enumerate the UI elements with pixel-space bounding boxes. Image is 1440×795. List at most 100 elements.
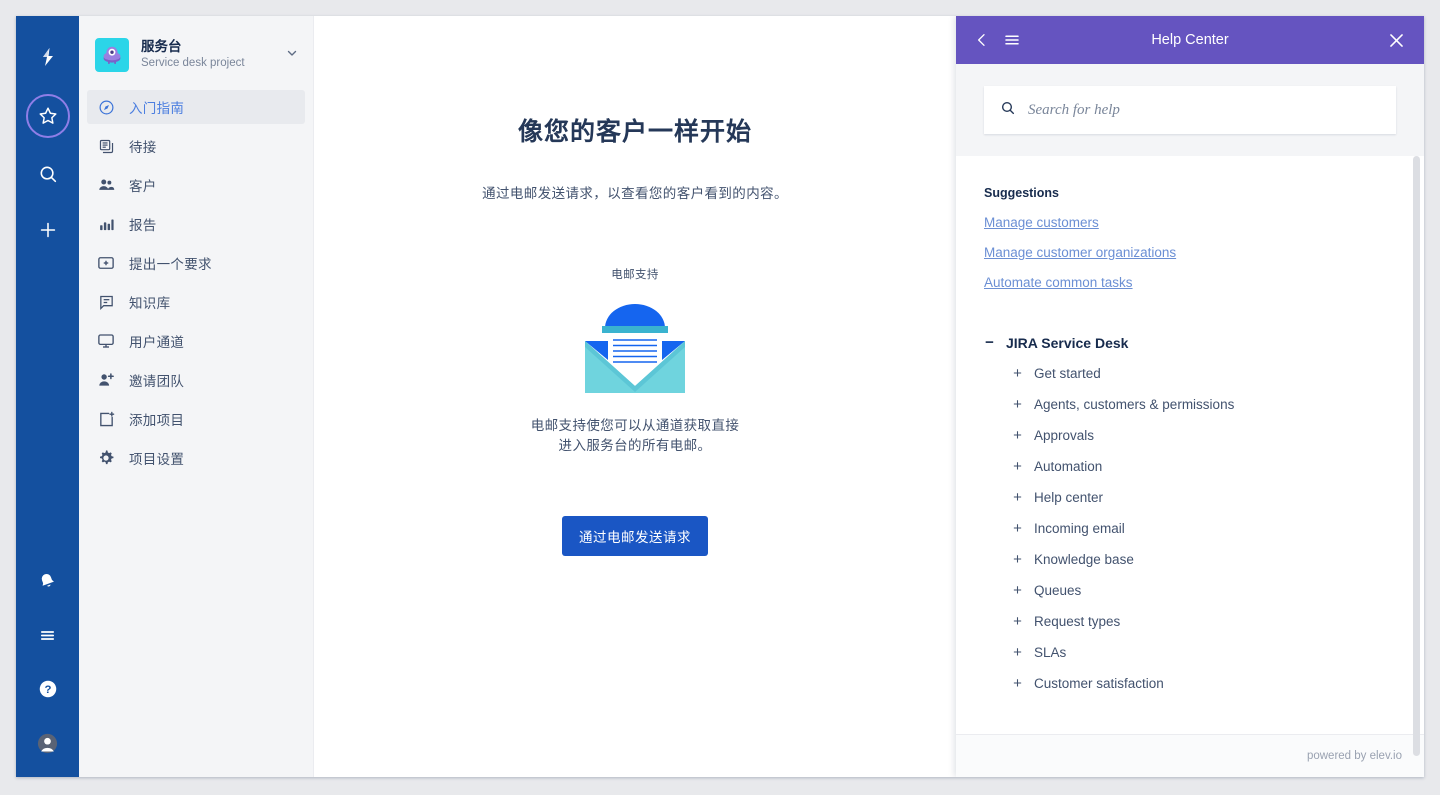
gear-icon: [97, 449, 115, 467]
sidebar-item-label: 邀请团队: [129, 374, 185, 389]
suggestion-link[interactable]: Manage customers: [984, 215, 1396, 230]
sidebar-item-add-item[interactable]: 添加项目: [87, 402, 305, 436]
sidebar-item-label: 提出一个要求: [129, 257, 212, 272]
tree-item-label: Get started: [1034, 366, 1101, 381]
user-avatar-icon[interactable]: [28, 723, 68, 763]
tree-root-jira-service-desk[interactable]: − JIRA Service Desk: [984, 334, 1396, 351]
sidebar-item-queues[interactable]: 待接: [87, 129, 305, 163]
suggestions-title: Suggestions: [984, 186, 1060, 200]
star-icon[interactable]: [25, 94, 70, 138]
help-search-zone: [956, 64, 1424, 156]
plus-icon[interactable]: +: [1012, 613, 1023, 630]
plus-icon[interactable]: +: [1012, 675, 1023, 692]
search-icon[interactable]: [28, 154, 68, 194]
help-center-body: Suggestions Manage customers Manage cust…: [956, 156, 1424, 734]
search-input[interactable]: [1026, 100, 1380, 120]
sidebar-item-knowledge-base[interactable]: 知识库: [87, 285, 305, 319]
help-center-header: Help Center: [956, 16, 1424, 64]
tree-item[interactable]: + Help center: [984, 489, 1396, 506]
help-center-footer: powered by elev.io: [956, 734, 1424, 777]
tree-item-label: Automation: [1034, 459, 1103, 474]
main-content: 像您的客户一样开始 通过电邮发送请求，以查看您的客户看到的内容。 电邮支持 电邮…: [314, 16, 956, 777]
sidebar-item-label: 入门指南: [129, 101, 185, 116]
jira-logo-icon[interactable]: [28, 38, 68, 78]
hamburger-menu-icon[interactable]: [1003, 31, 1021, 49]
open-envelope-icon: [315, 294, 955, 398]
tree-item-label: Agents, customers & permissions: [1034, 397, 1235, 412]
tree-item-label: SLAs: [1034, 645, 1067, 660]
help-center-title: Help Center: [1151, 32, 1229, 48]
person-add-icon: [97, 371, 115, 389]
plus-icon[interactable]: +: [1012, 551, 1023, 568]
card-description-line2: 进入服务台的所有电邮。: [558, 438, 712, 453]
plus-icon[interactable]: +: [1012, 458, 1023, 475]
compass-icon: [97, 98, 115, 116]
tree-item[interactable]: + Knowledge base: [984, 551, 1396, 568]
tree-item[interactable]: + Automation: [984, 458, 1396, 475]
email-support-card: 电邮支持 电邮支持使您可以从通道获取直接 进入服务台的所有电邮。: [315, 266, 955, 456]
tree-item-label: Incoming email: [1034, 521, 1125, 536]
tree-item-label: Queues: [1034, 583, 1082, 598]
help-question-icon[interactable]: ?: [28, 669, 68, 709]
tree-root-label: JIRA Service Desk: [1006, 334, 1129, 351]
page-subtitle: 通过电邮发送请求，以查看您的客户看到的内容。: [482, 186, 788, 201]
plus-icon[interactable]: +: [1012, 489, 1023, 506]
sidebar-item-label: 知识库: [129, 296, 171, 311]
tree-item[interactable]: + Get started: [984, 365, 1396, 382]
project-switcher[interactable]: 服务台 Service desk project: [79, 16, 313, 86]
tree-item[interactable]: + SLAs: [984, 644, 1396, 661]
suggestion-link[interactable]: Manage customer organizations: [984, 245, 1396, 260]
sidebar-item-label: 待接: [129, 140, 157, 155]
sidebar-item-invite-team[interactable]: 邀请团队: [87, 363, 305, 397]
send-request-by-email-button[interactable]: 通过电邮发送请求: [562, 516, 708, 556]
getting-started-panel: 像您的客户一样开始 通过电邮发送请求，以查看您的客户看到的内容。 电邮支持 电邮…: [315, 16, 955, 556]
add-item-icon: [97, 410, 115, 428]
project-avatar: [95, 38, 129, 72]
notification-bell-icon[interactable]: [28, 561, 68, 601]
help-topic-tree: − JIRA Service Desk + Get started + Agen…: [984, 334, 1396, 692]
tree-item[interactable]: + Approvals: [984, 427, 1396, 444]
tree-item[interactable]: + Customer satisfaction: [984, 675, 1396, 692]
chevron-down-icon[interactable]: [285, 46, 299, 65]
sidebar-item-customers[interactable]: 客户: [87, 168, 305, 202]
sidebar-item-customer-channel[interactable]: 用户通道: [87, 324, 305, 358]
tree-item-label: Knowledge base: [1034, 552, 1134, 567]
plus-icon[interactable]: +: [1012, 520, 1023, 537]
powered-by-label: powered by elev.io: [1306, 750, 1402, 762]
tree-item[interactable]: + Request types: [984, 613, 1396, 630]
plus-icon[interactable]: +: [1012, 644, 1023, 661]
help-header-left-group: [974, 31, 1021, 49]
sidebar-item-getting-started[interactable]: 入门指南: [87, 90, 305, 124]
sidebar-item-label: 添加项目: [129, 413, 185, 428]
global-nav-rail: ?: [16, 16, 79, 777]
sidebar-item-project-settings[interactable]: 项目设置: [87, 441, 305, 475]
rail-bottom-group: ?: [16, 561, 79, 763]
plus-icon[interactable]: +: [1012, 396, 1023, 413]
card-description: 电邮支持使您可以从通道获取直接 进入服务台的所有电邮。: [315, 416, 955, 456]
plus-icon[interactable]: [28, 210, 68, 250]
sidebar-item-raise-request[interactable]: 提出一个要求: [87, 246, 305, 280]
chevron-left-icon[interactable]: [974, 32, 990, 48]
close-icon[interactable]: [1387, 31, 1406, 50]
rail-top-group: [25, 16, 70, 250]
tree-item[interactable]: + Agents, customers & permissions: [984, 396, 1396, 413]
bar-chart-icon: [97, 215, 115, 233]
help-search-box[interactable]: [984, 86, 1396, 134]
tree-item[interactable]: + Incoming email: [984, 520, 1396, 537]
sidebar-item-label: 用户通道: [129, 335, 185, 350]
tree-item-label: Help center: [1034, 490, 1104, 505]
plus-icon[interactable]: +: [1012, 365, 1023, 382]
sidebar-item-reports[interactable]: 报告: [87, 207, 305, 241]
plus-icon[interactable]: +: [1012, 427, 1023, 444]
monitor-icon: [97, 332, 115, 350]
sidebar-item-label: 客户: [129, 179, 157, 194]
plus-icon[interactable]: +: [1012, 582, 1023, 599]
list-lines-icon[interactable]: [28, 615, 68, 655]
tree-item-label: Request types: [1034, 614, 1121, 629]
tree-item[interactable]: + Queues: [984, 582, 1396, 599]
project-subtitle: Service desk project: [141, 57, 245, 69]
queue-icon: [97, 137, 115, 155]
people-icon: [97, 176, 115, 194]
suggestion-link[interactable]: Automate common tasks: [984, 275, 1396, 290]
minus-icon[interactable]: −: [984, 334, 995, 351]
